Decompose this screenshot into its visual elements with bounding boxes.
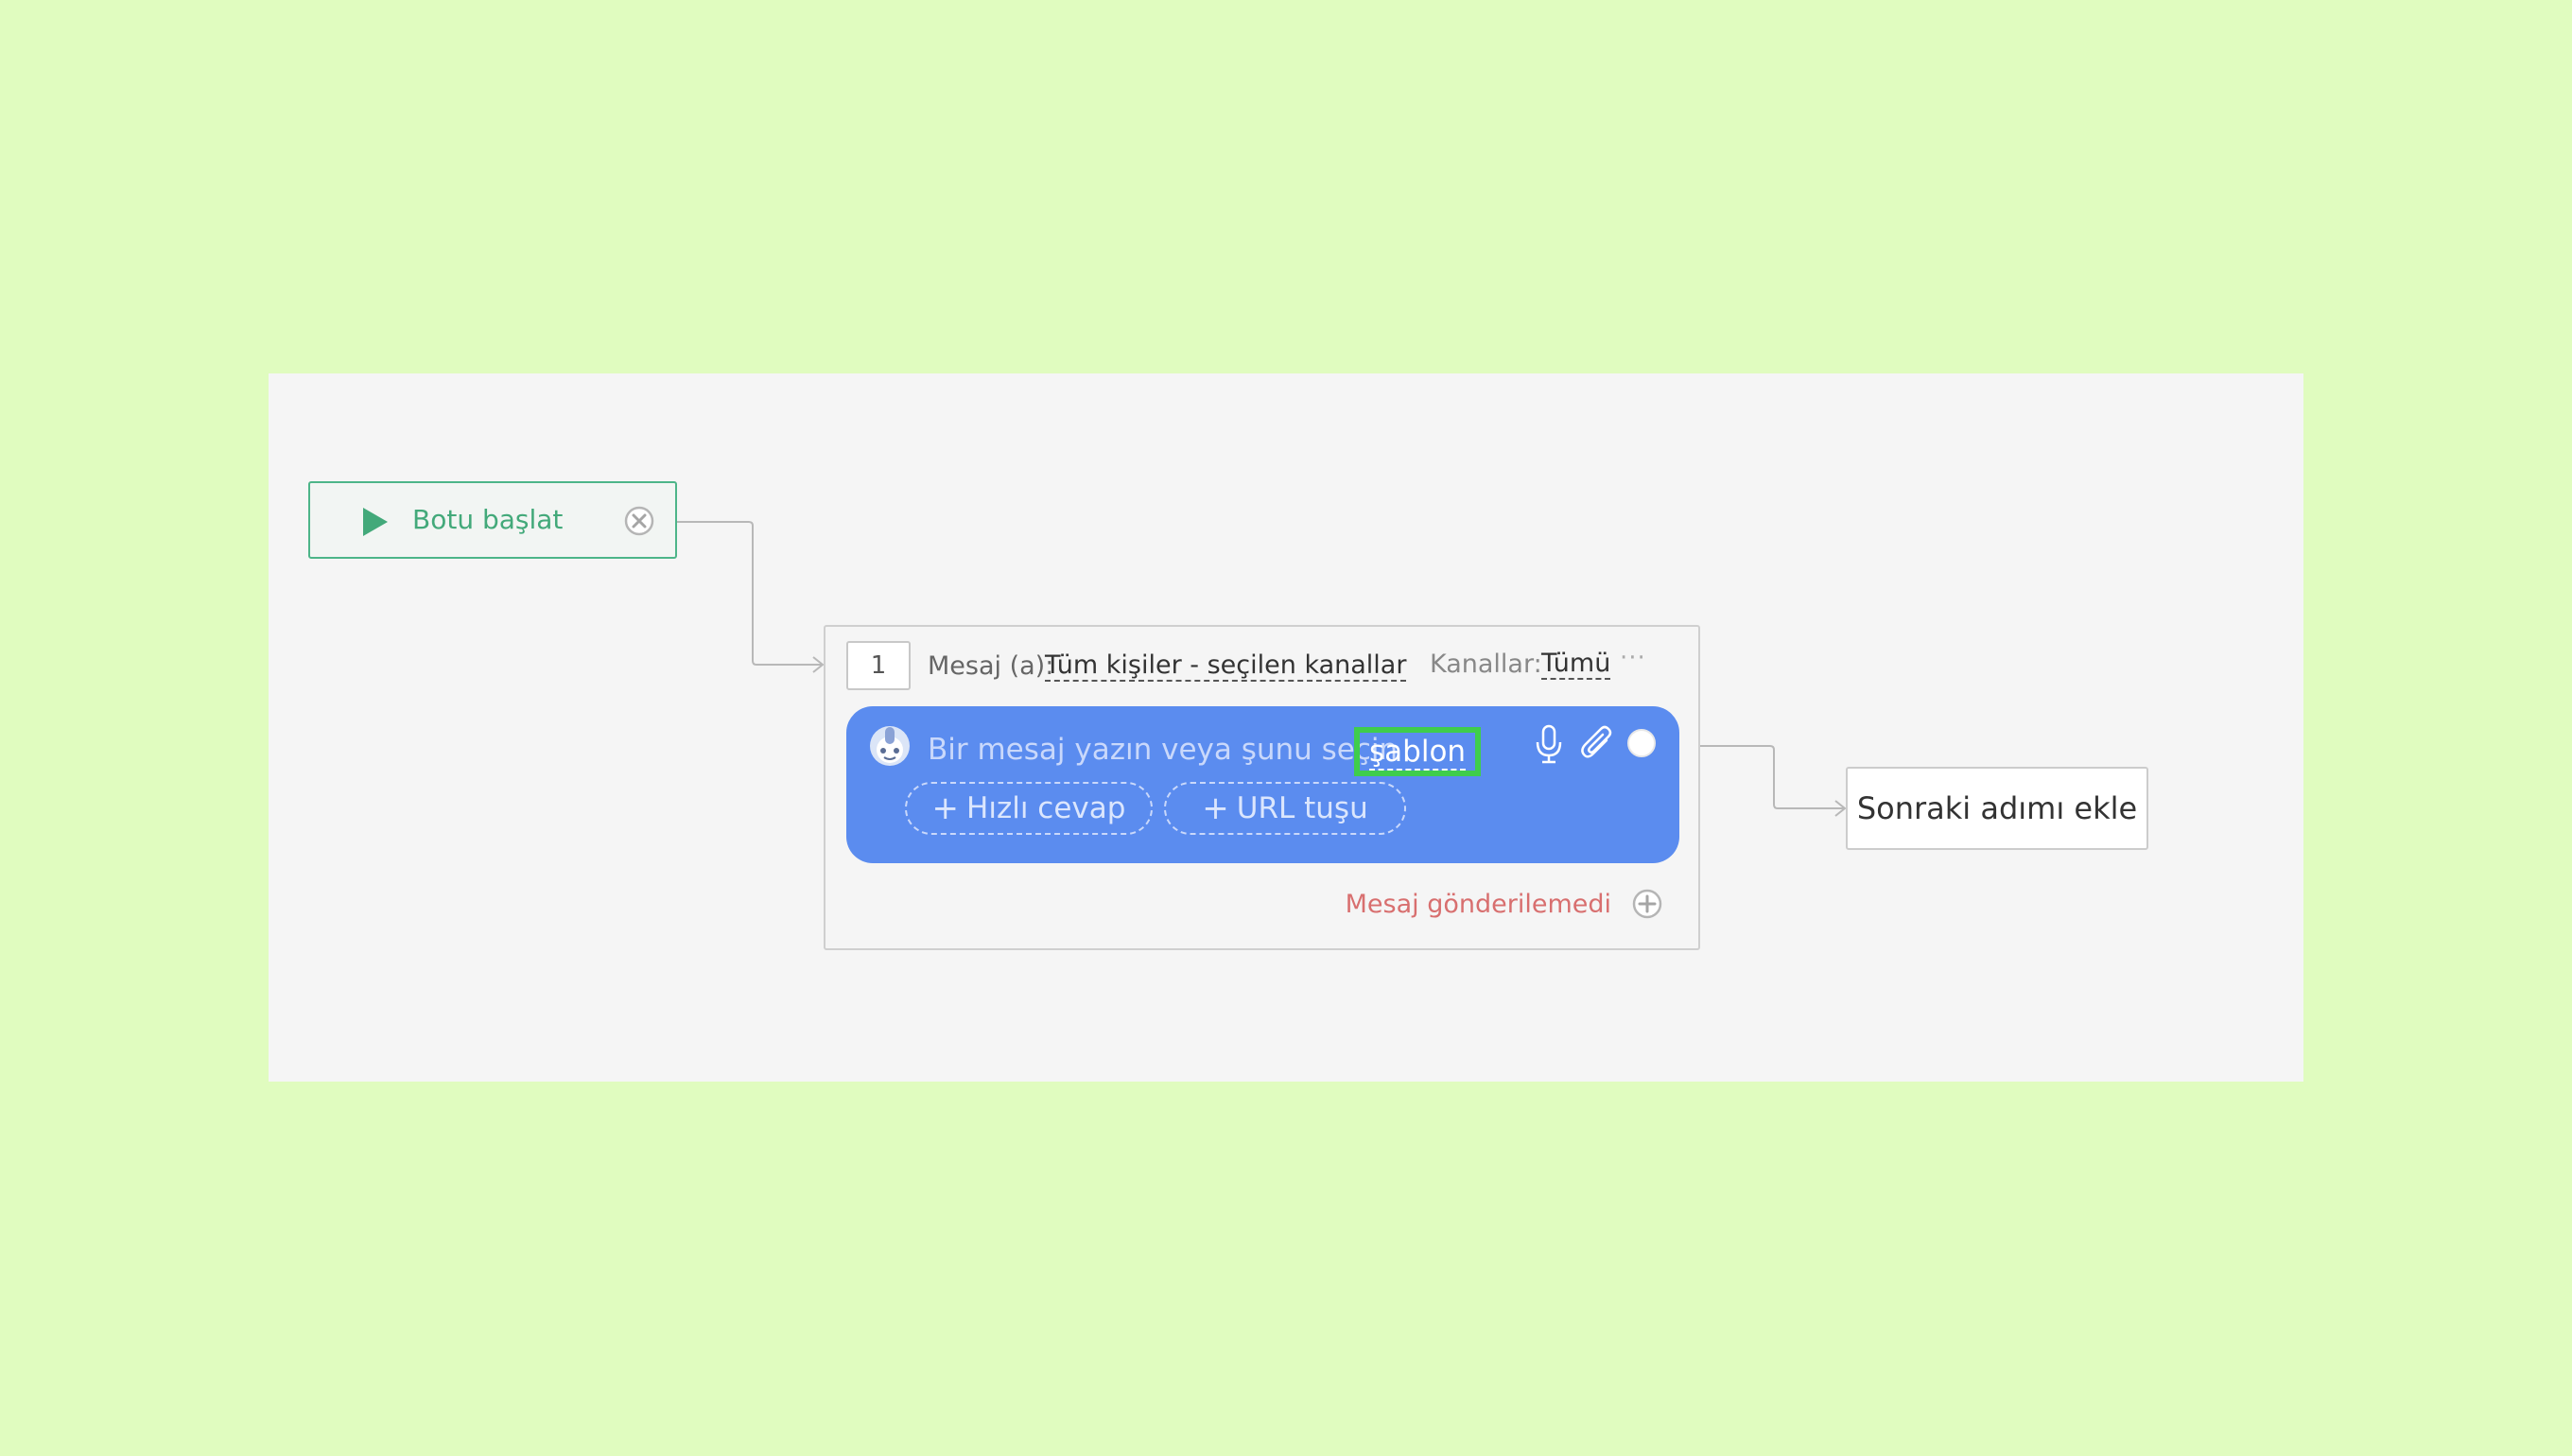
next-step-label: Sonraki adımı ekle	[1856, 790, 2138, 826]
attachment-icon[interactable]	[1578, 723, 1616, 765]
add-next-step-button[interactable]: Sonraki adımı ekle	[1846, 767, 2148, 850]
template-link-text[interactable]: şablon	[1369, 735, 1467, 771]
start-bot-node[interactable]: Botu başlat	[308, 481, 677, 559]
output-connector[interactable]	[1627, 729, 1656, 757]
microphone-icon[interactable]	[1533, 723, 1565, 765]
message-node[interactable]: 1 Mesaj (a): Tüm kişiler - seçilen kanal…	[824, 625, 1700, 950]
message-failed-link[interactable]: Mesaj gönderilemedi	[1346, 890, 1611, 919]
channels-label: Kanallar:	[1430, 650, 1542, 679]
add-circle-icon[interactable]	[1631, 888, 1663, 920]
url-button-label: URL tuşu	[1236, 791, 1368, 825]
add-quick-reply-button[interactable]: + Hızlı cevap	[905, 782, 1153, 835]
plus-icon: +	[1202, 789, 1229, 827]
template-link[interactable]: şablon	[1354, 727, 1482, 776]
message-bubble[interactable]: Bir mesaj yazın veya şunu seçin şablon +…	[846, 706, 1679, 863]
more-options-icon[interactable]: ···	[1620, 644, 1646, 672]
play-icon	[363, 508, 388, 536]
message-placeholder[interactable]: Bir mesaj yazın veya şunu seçin	[928, 733, 1398, 767]
audience-selector-link[interactable]: Tüm kişiler - seçilen kanallar	[1045, 651, 1407, 682]
channels-selector-link[interactable]: Tümü	[1541, 650, 1611, 680]
bot-avatar-icon	[870, 726, 910, 766]
close-icon[interactable]	[623, 505, 655, 537]
quick-reply-label: Hızlı cevap	[966, 791, 1126, 825]
message-label: Mesaj (a):	[928, 651, 1054, 681]
step-number: 1	[846, 641, 911, 690]
add-url-button[interactable]: + URL tuşu	[1164, 782, 1406, 835]
start-bot-label: Botu başlat	[412, 504, 564, 535]
plus-icon: +	[931, 789, 960, 827]
flow-canvas: Botu başlat 1 Mesaj (a): Tüm kişiler - s…	[269, 373, 2303, 1082]
